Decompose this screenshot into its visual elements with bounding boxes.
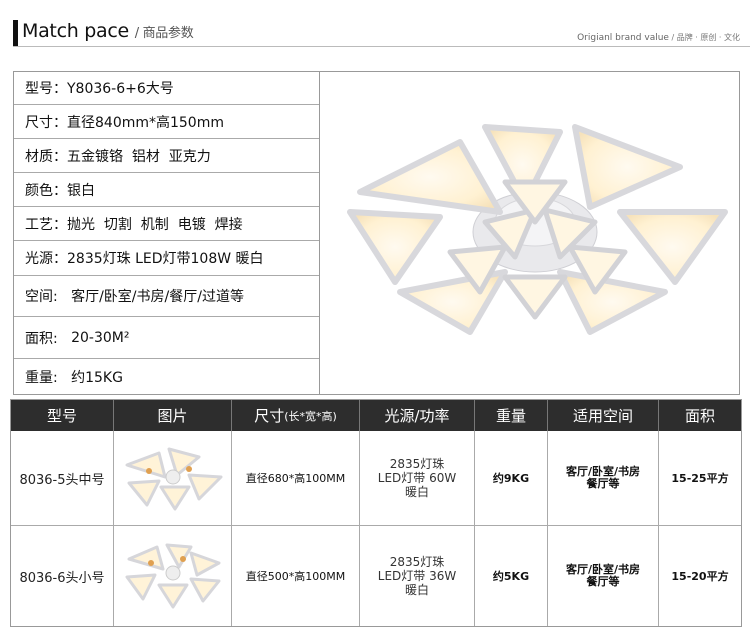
col-header-size: 尺寸 (长*宽*高)	[232, 400, 360, 431]
cell-area: 15-25平方	[659, 431, 741, 526]
cell-space-line: 餐厅等	[586, 575, 620, 588]
cell-weight: 约9KG	[475, 431, 548, 526]
cell-light-line: LED灯带 36W	[377, 569, 457, 583]
cell-size: 直径500*高100MM	[232, 526, 360, 626]
cell-space: 客厅/卧室/书房 餐厅等	[548, 526, 659, 626]
cell-size: 直径680*高100MM	[232, 431, 360, 526]
spec-key: 材质：	[25, 148, 67, 165]
cell-light: 2835灯珠 LED灯带 60W 暖白	[360, 431, 475, 526]
header-tagline: Origianl brand value / 品牌 · 原创 · 文化	[577, 32, 740, 43]
spec-row-color: 颜色： 银白	[14, 173, 319, 207]
spec-row-material: 材质： 五金镀铬 铝材 亚克力	[14, 139, 319, 173]
cell-light-line: 暖白	[404, 583, 429, 597]
spec-panel: 型号： Y8036-6+6大号 尺寸： 直径840mm*高150mm 材质： 五金镀铬…	[13, 71, 740, 395]
header-tagline-tail: / 品牌 · 原创 · 文化	[668, 33, 740, 42]
spec-value: 五金镀铬 铝材 亚克力	[67, 148, 211, 165]
spec-key: 颜色：	[25, 182, 67, 199]
spec-row-space: 空间: 客厅/卧室/书房/餐厅/过道等	[14, 276, 319, 317]
header-subtitle: / 商品参数	[130, 26, 194, 41]
cell-light-line: 暖白	[404, 485, 429, 499]
product-photo	[320, 72, 739, 394]
spec-key: 光源：	[25, 251, 67, 267]
spec-key: 型号：	[25, 81, 67, 97]
col-header-size-note: (长*宽*高)	[284, 409, 337, 423]
cell-light: 2835灯珠 LED灯带 36W 暖白	[360, 526, 475, 626]
cell-model: 8036-5头中号	[11, 431, 114, 526]
spec-row-craft: 工艺： 抛光 切割 机制 电镀 焊接	[14, 207, 319, 241]
spec-value: 2835灯珠 LED灯带108W 暖白	[67, 251, 264, 267]
spec-key: 重量:	[25, 369, 72, 386]
header-divider	[13, 46, 750, 47]
header-tagline-main: Origianl brand value	[577, 33, 669, 43]
spec-key: 面积:	[25, 330, 72, 347]
spec-row-area: 面积: 20-30M²	[14, 317, 319, 359]
cell-light-line: 2835灯珠	[389, 457, 445, 471]
col-header-size-label: 尺寸	[254, 407, 285, 425]
cell-image	[114, 431, 232, 526]
spec-key: 工艺：	[25, 216, 67, 233]
ceiling-lamp-image	[347, 124, 728, 335]
col-header-space: 适用空间	[548, 400, 659, 431]
spec-value: 约15KG	[71, 369, 123, 386]
spec-row-model: 型号： Y8036-6+6大号	[14, 72, 319, 105]
header-title: Match pace / 商品参数	[22, 20, 194, 42]
lamp-thumbnail	[125, 543, 220, 609]
col-header-model: 型号	[11, 400, 114, 431]
col-header-area: 面积	[659, 400, 741, 431]
spec-value: 20-30M²	[71, 329, 130, 346]
spec-value: 客厅/卧室/书房/餐厅/过道等	[71, 289, 244, 305]
spec-list: 型号： Y8036-6+6大号 尺寸： 直径840mm*高150mm 材质： 五金镀铬…	[14, 72, 320, 394]
cell-image	[114, 526, 232, 626]
header-accent-bar	[13, 20, 18, 46]
spec-value: Y8036-6+6大号	[67, 81, 174, 97]
spec-value: 直径840mm*高150mm	[67, 114, 224, 131]
spec-value: 抛光 切割 机制 电镀 焊接	[67, 216, 243, 233]
spec-value: 银白	[67, 182, 95, 199]
spec-key: 空间:	[25, 289, 72, 305]
col-header-image: 图片	[114, 400, 232, 431]
cell-light-line: 2835灯珠	[389, 555, 445, 569]
section-header: Match pace / 商品参数 Origianl brand value /…	[0, 0, 750, 50]
cell-light-line: LED灯带 60W	[377, 471, 457, 485]
spec-row-size: 尺寸： 直径840mm*高150mm	[14, 105, 319, 139]
lamp-thumbnail	[125, 447, 222, 511]
cell-area: 15-20平方	[671, 570, 729, 583]
cell-space-line: 餐厅等	[586, 477, 620, 490]
header-title-text: Match pace	[22, 20, 129, 42]
cell-model: 8036-6头小号	[11, 526, 114, 626]
cell-weight: 约5KG	[475, 526, 548, 626]
cell-space: 客厅/卧室/书房 餐厅等	[548, 431, 659, 526]
spec-row-light-source: 光源： 2835灯珠 LED灯带108W 暖白	[14, 241, 319, 276]
col-header-light: 光源/功率	[360, 400, 475, 431]
model-comparison-table: 型号 图片 尺寸 (长*宽*高) 光源/功率 重量 适用空间 面积 8036-5头…	[10, 399, 742, 627]
spec-row-weight: 重量: 约15KG	[14, 359, 319, 394]
spec-key: 尺寸：	[25, 114, 67, 131]
col-header-weight: 重量	[475, 400, 548, 431]
